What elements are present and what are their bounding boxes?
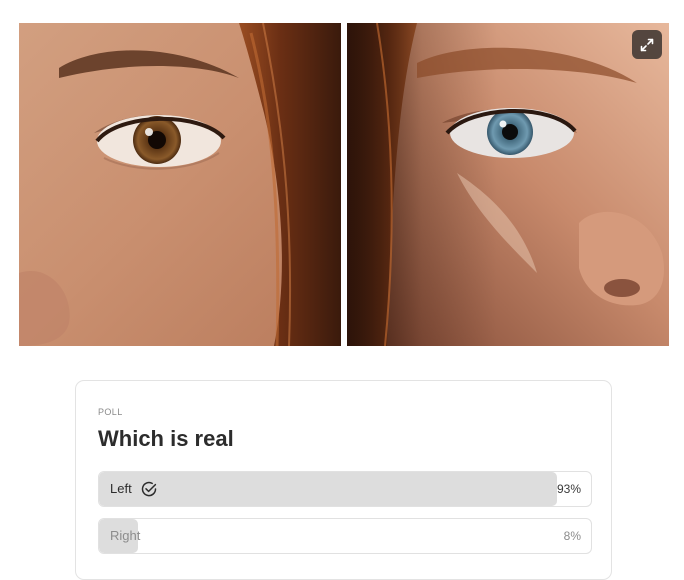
option-result-bar — [99, 472, 557, 506]
option-label: Left — [110, 472, 158, 506]
poll-card: POLL Which is real Left 93% Right 8% — [75, 380, 612, 580]
selected-check-icon — [141, 481, 156, 497]
expand-icon — [640, 38, 654, 51]
option-label-text: Left — [110, 481, 132, 496]
poll-option-left[interactable]: Left 93% — [98, 471, 592, 507]
poll-question: Which is real — [98, 426, 234, 451]
right-face-image[interactable] — [347, 23, 669, 346]
option-label-text: Right — [110, 528, 141, 543]
left-face-illustration — [19, 23, 341, 346]
expand-button[interactable] — [632, 30, 662, 59]
option-label: Right — [110, 519, 140, 553]
poll-option-right[interactable]: Right 8% — [98, 518, 592, 554]
option-percent: 8% — [563, 529, 581, 543]
right-face-illustration — [347, 23, 669, 346]
poll-kicker: POLL — [98, 407, 123, 417]
left-face-image[interactable] — [19, 23, 341, 346]
option-percent: 93% — [556, 482, 581, 496]
